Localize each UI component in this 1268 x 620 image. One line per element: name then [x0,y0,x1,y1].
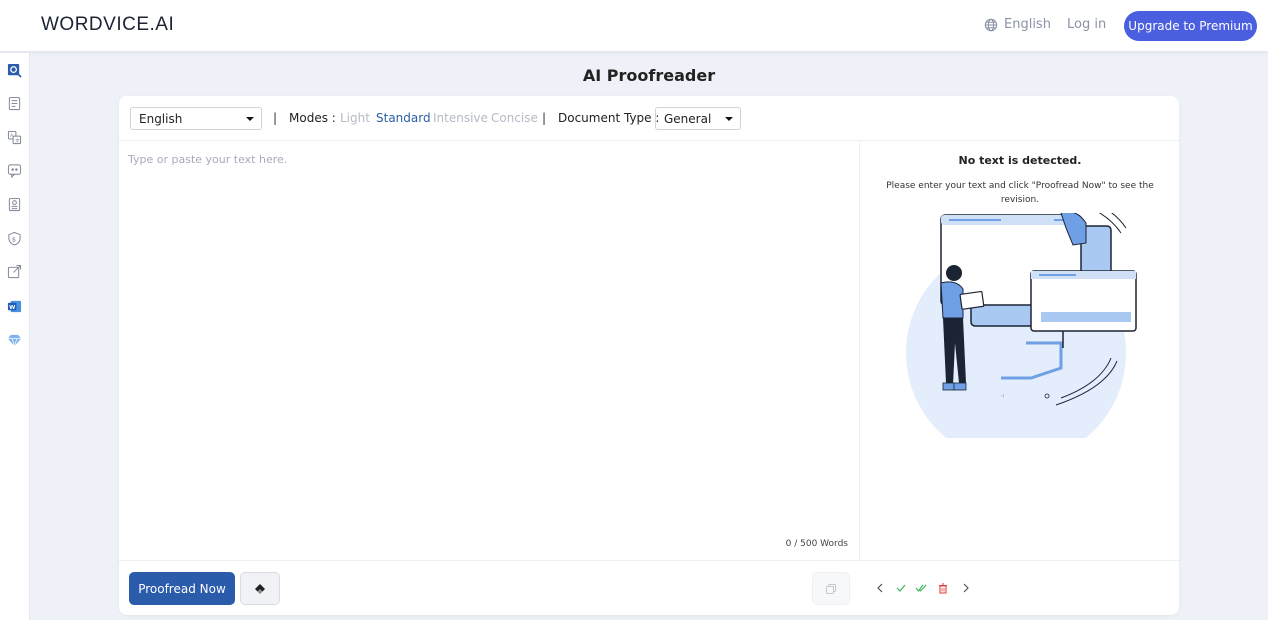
language-dropdown-value: English [139,111,183,126]
sidebar: A文 $ W [0,53,30,620]
footer-bar: Proofread Now [119,560,1179,615]
word-icon[interactable]: W [7,299,22,314]
document-type-dropdown[interactable]: General [655,107,741,130]
diamond-icon[interactable] [7,333,22,348]
text-input[interactable] [128,153,848,523]
report-icon[interactable] [7,197,22,212]
no-text-message: Please enter your text and click "Proofr… [886,181,1154,205]
mode-light[interactable]: Light [340,111,370,125]
language-dropdown[interactable]: English [130,107,262,130]
chevron-right-icon[interactable] [960,581,972,595]
translate-icon[interactable]: A文 [7,130,22,145]
word-count: 0 / 500 Words [785,539,848,549]
login-link[interactable]: Log in [1067,17,1106,32]
logo[interactable]: WORDVICE.AI [41,14,174,36]
proofread-now-button[interactable]: Proofread Now [129,572,235,605]
separator: | [273,111,278,125]
shield-icon[interactable]: $ [7,231,22,246]
top-bar: WORDVICE.AI English Log in Upgrade to Pr… [0,0,1268,52]
eraser-icon [255,583,265,594]
external-link-icon[interactable] [7,264,22,279]
language-label: English [1004,17,1051,32]
chevron-left-icon[interactable] [874,581,886,595]
chevron-down-icon [725,117,733,121]
trash-icon[interactable] [937,581,949,595]
document-icon[interactable] [7,96,22,111]
svg-text:W: W [9,305,16,311]
mode-standard[interactable]: Standard [376,111,431,125]
modes-label: Modes : [289,111,336,125]
check-icon[interactable] [895,581,907,595]
chat-icon[interactable] [7,163,22,178]
text-editor: 0 / 500 Words [119,141,860,560]
page-title: AI Proofreader [582,66,716,85]
result-panel: No text is detected. Please enter your t… [861,141,1179,560]
mode-intensive[interactable]: Intensive [433,111,488,125]
empty-state-illustration: ⁖ ⁖ [906,213,1137,438]
document-type-label: Document Type : [558,111,660,125]
document-type-value: General [664,111,712,126]
proofreader-card: English | Modes : Light Standard Intensi… [119,96,1179,615]
svg-text:$: $ [12,235,16,243]
separator: | [542,111,547,125]
toolbar: English | Modes : Light Standard Intensi… [119,96,1179,141]
chevron-down-icon [246,117,254,121]
clear-text-button[interactable] [240,572,280,605]
copy-button[interactable] [812,572,850,605]
check-all-icon[interactable] [915,581,927,595]
mode-concise[interactable]: Concise [491,111,538,125]
no-text-title: No text is detected. [958,154,1082,167]
svg-text:⁖: ⁖ [1001,393,1005,400]
globe-icon [984,18,998,31]
language-selector[interactable]: English [984,17,1051,32]
copy-icon [826,583,836,594]
upgrade-premium-button[interactable]: Upgrade to Premium [1124,11,1257,41]
